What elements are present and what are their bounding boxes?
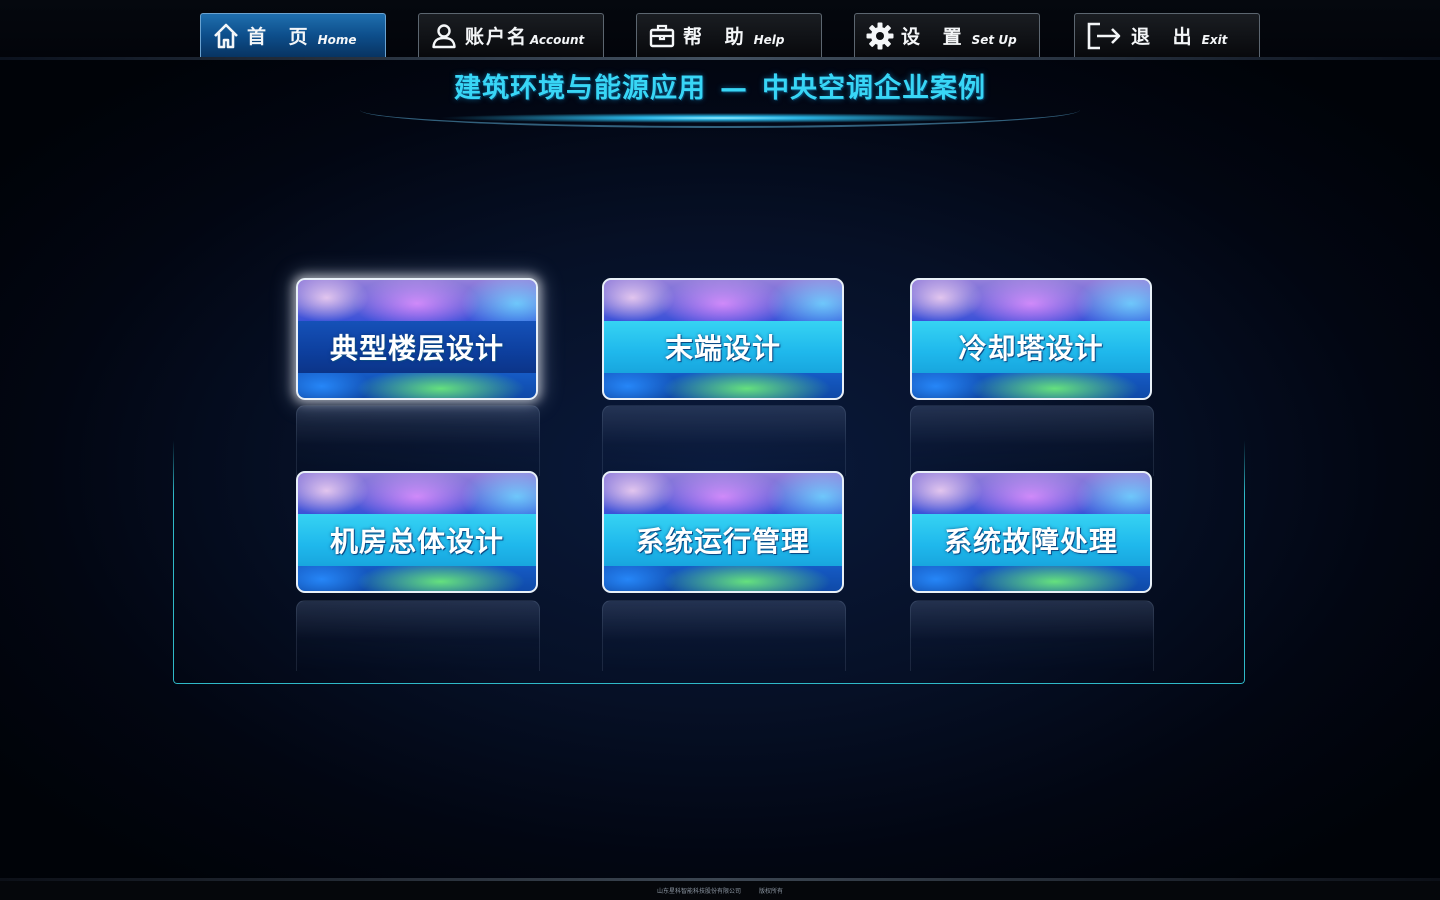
top-nav-bar: 首 页 Home 账户名 Account 帮 助 Help 设 置 Set Up xyxy=(0,0,1440,60)
tab-exit[interactable]: 退 出 Exit xyxy=(1074,13,1260,57)
tab-exit-label: 退 出 xyxy=(1131,26,1200,48)
tile-gloss xyxy=(604,473,842,515)
tile-reflection xyxy=(910,600,1154,671)
tab-help[interactable]: 帮 助 Help xyxy=(636,13,822,57)
user-icon xyxy=(429,21,459,51)
tile-gloss xyxy=(298,280,536,322)
tile-system-operation[interactable]: 系统运行管理 xyxy=(602,471,844,593)
page-title-right: 中央空调企业案例 xyxy=(762,73,986,104)
tile-cooling-tower-design[interactable]: 冷却塔设计 xyxy=(910,278,1152,400)
tile-system-fault-handling[interactable]: 系统故障处理 xyxy=(910,471,1152,593)
tile-label: 机房总体设计 xyxy=(329,525,504,558)
tab-account[interactable]: 账户名 Account xyxy=(418,13,604,57)
tile-gloss xyxy=(298,473,536,515)
tile-gloss xyxy=(912,280,1150,322)
app-screen: 首 页 Home 账户名 Account 帮 助 Help 设 置 Set Up xyxy=(0,0,1440,900)
tab-account-label: 账户名 xyxy=(465,26,529,48)
tile-band: 典型楼层设计 xyxy=(298,321,536,373)
tile-band: 系统运行管理 xyxy=(604,514,842,566)
nav-divider xyxy=(0,57,1440,60)
tile-terminal-design[interactable]: 末端设计 xyxy=(602,278,844,400)
tile-typical-floor-design[interactable]: 典型楼层设计 xyxy=(296,278,538,400)
tile-machine-room-design[interactable]: 机房总体设计 xyxy=(296,471,538,593)
tile-label: 系统故障处理 xyxy=(943,525,1118,558)
tile-gloss xyxy=(604,280,842,322)
page-title-left: 建筑环境与能源应用 xyxy=(454,73,706,104)
footer: 山东星科智能科技股份有限公司 版权所有 xyxy=(0,881,1440,900)
tile-reflection xyxy=(296,600,540,671)
home-icon xyxy=(211,21,241,51)
tile-reflection xyxy=(910,405,1154,476)
tile-band: 冷却塔设计 xyxy=(912,321,1150,373)
tab-home[interactable]: 首 页 Home xyxy=(200,13,386,57)
footer-rights: 版权所有 xyxy=(759,888,784,895)
logout-icon xyxy=(1085,21,1125,51)
footer-company: 山东星科智能科技股份有限公司 xyxy=(656,888,741,895)
tab-settings-label: 设 置 xyxy=(901,26,970,48)
title-glow-decoration xyxy=(440,110,1000,126)
tab-settings-label-en: Set Up xyxy=(971,32,1017,47)
tab-home-label: 首 页 xyxy=(247,26,316,48)
briefcase-icon xyxy=(647,21,677,51)
tab-home-label-en: Home xyxy=(317,32,357,47)
tile-reflection xyxy=(602,405,846,476)
tile-band: 机房总体设计 xyxy=(298,514,536,566)
tile-label: 冷却塔设计 xyxy=(958,332,1104,365)
tile-label: 末端设计 xyxy=(664,332,781,365)
tile-label: 系统运行管理 xyxy=(635,525,810,558)
tab-account-label-en: Account xyxy=(530,32,585,47)
tab-help-label-en: Help xyxy=(753,32,785,47)
tile-reflection xyxy=(296,405,540,476)
tab-help-label: 帮 助 xyxy=(683,26,752,48)
tab-exit-label-en: Exit xyxy=(1201,32,1228,47)
tile-label: 典型楼层设计 xyxy=(329,332,504,365)
page-title-dash: — xyxy=(720,73,748,104)
page-title: 建筑环境与能源应用 — 中央空调企业案例 xyxy=(0,66,1440,105)
tile-reflection xyxy=(602,600,846,671)
tile-band: 末端设计 xyxy=(604,321,842,373)
tile-gloss xyxy=(912,473,1150,515)
tile-band: 系统故障处理 xyxy=(912,514,1150,566)
tab-settings[interactable]: 设 置 Set Up xyxy=(854,13,1040,57)
gear-icon xyxy=(865,21,895,51)
